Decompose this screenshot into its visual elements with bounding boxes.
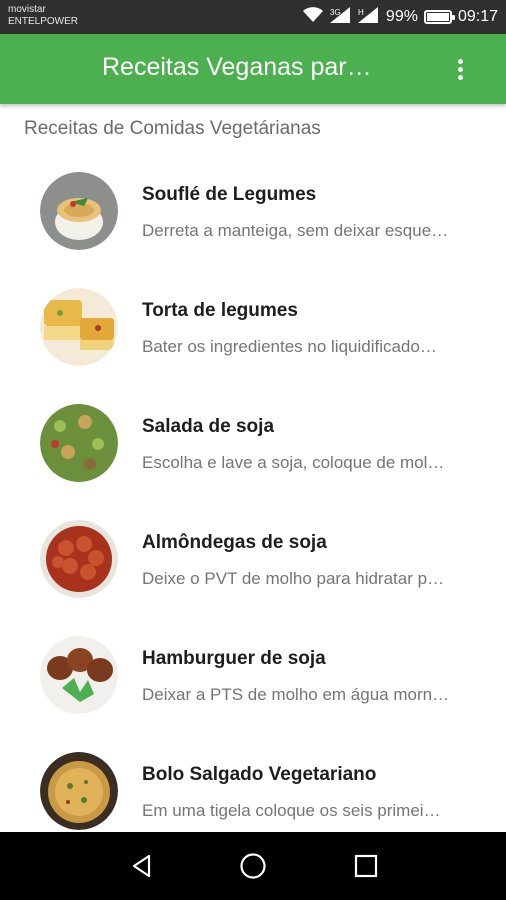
soy-meatballs-thumbnail	[40, 520, 118, 598]
recipe-subtitle: Em uma tigela coloque os seis primei…	[142, 801, 441, 820]
svg-text:3G: 3G	[330, 8, 341, 17]
souffle-thumbnail	[40, 172, 118, 250]
signal-icon: 3G	[329, 6, 352, 28]
carrier-name: movistar	[8, 4, 46, 15]
svg-text:H: H	[358, 8, 364, 17]
recipe-subtitle: Bater os ingredientes no liquidificado…	[142, 337, 437, 356]
back-icon[interactable]	[122, 848, 162, 884]
carrier-network: ENTELPOWER	[8, 16, 79, 27]
recipe-list-item[interactable]: Souflé de Legumes Derreta a manteiga, se…	[0, 160, 506, 276]
recipe-title: Bolo Salgado Vegetariano	[142, 764, 377, 785]
recipe-list-item[interactable]: Hamburguer de soja Deixar a PTS de molho…	[0, 624, 506, 740]
recipe-subtitle: Derreta a manteiga, sem deixar esque…	[142, 221, 449, 240]
recipe-list-item[interactable]: Salada de soja Escolha e lave a soja, co…	[0, 392, 506, 508]
recipe-list-item[interactable]: Torta de legumes Bater os ingredientes n…	[0, 276, 506, 392]
recipe-subtitle: Deixar a PTS de molho em água morn…	[142, 685, 450, 704]
recipe-list-item[interactable]: Almôndegas de soja Deixe o PVT de molho …	[0, 508, 506, 624]
more-vert-icon[interactable]	[444, 50, 476, 88]
recipe-title: Torta de legumes	[142, 300, 298, 321]
carrier-info: movistar ENTELPOWER	[8, 4, 78, 28]
recents-icon[interactable]	[346, 848, 386, 884]
recipe-title: Hamburguer de soja	[142, 648, 326, 669]
recipe-subtitle: Escolha e lave a soja, coloque de mol…	[142, 453, 445, 472]
status-indicators: 3G H 99% 09:17	[302, 0, 498, 34]
recipe-list-item[interactable]: Bolo Salgado Vegetariano Em uma tigela c…	[0, 740, 506, 832]
veg-pie-thumbnail	[40, 288, 118, 366]
recipe-subtitle: Deixe o PVT de molho para hidratar p…	[142, 569, 445, 588]
clock: 09:17	[457, 8, 498, 25]
signal-icon: H	[357, 6, 380, 28]
navigation-bar	[0, 832, 506, 900]
app-title: Receitas Veganas par…	[102, 53, 372, 81]
status-bar: movistar ENTELPOWER 3G H 99% 09:17	[0, 0, 506, 34]
battery-percent: 99%	[385, 8, 418, 25]
recipe-title: Almôndegas de soja	[142, 532, 327, 553]
battery-level-fill	[426, 13, 449, 21]
app-bar: Receitas Veganas par…	[0, 34, 506, 104]
section-header: Receitas de Comidas Vegetárianas	[24, 118, 321, 139]
battery-icon	[423, 10, 455, 24]
savory-cake-thumbnail	[40, 752, 118, 830]
wifi-icon	[302, 6, 324, 28]
soy-burger-thumbnail	[40, 636, 118, 714]
recipe-title: Salada de soja	[142, 416, 275, 437]
recipe-title: Souflé de Legumes	[142, 184, 317, 205]
home-icon[interactable]	[233, 848, 273, 884]
recipe-list[interactable]: Souflé de Legumes Derreta a manteiga, se…	[0, 160, 506, 832]
soy-salad-thumbnail	[40, 404, 118, 482]
